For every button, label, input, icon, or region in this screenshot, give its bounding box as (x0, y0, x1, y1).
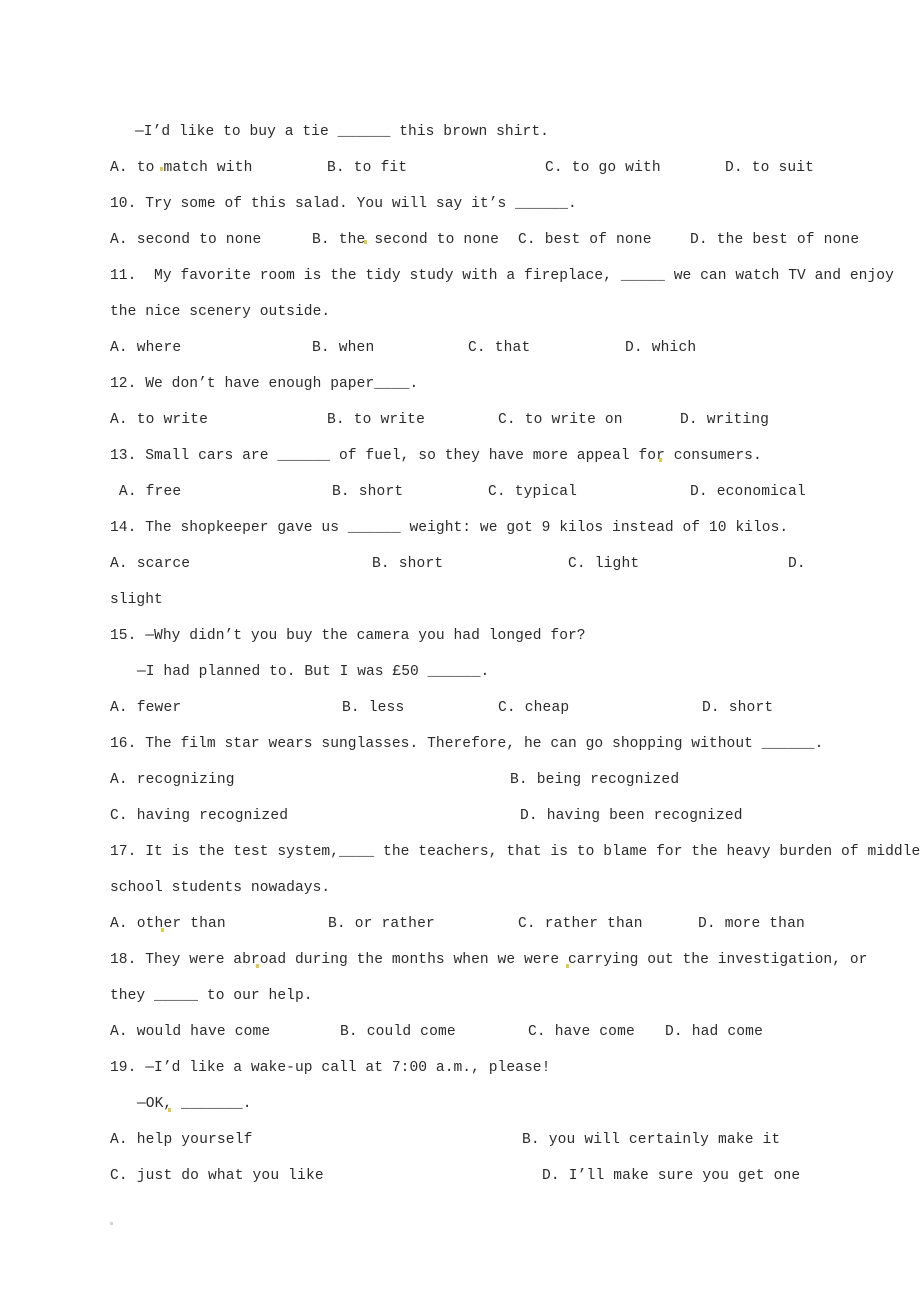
answer-option-d[interactable]: D. more than (698, 906, 805, 942)
question-stem-line: 17. It is the test system,____ the teach… (110, 844, 920, 860)
scan-artifact-speck (110, 1222, 113, 1225)
option-row: A. free B. short C. typical D. economical (110, 474, 815, 510)
answer-option-b[interactable]: B. short (372, 546, 443, 582)
answer-option-d[interactable]: D. economical (690, 474, 806, 510)
option-row: A. would have come B. could come C. have c… (110, 1014, 815, 1050)
answer-option-b[interactable]: B. when (312, 330, 374, 366)
option-row: A. recognizing B. being recognized (110, 762, 815, 798)
answer-option-a[interactable]: A. second to none (110, 222, 261, 258)
answer-option-c[interactable]: C. to go with (545, 150, 661, 186)
answer-option-d[interactable]: D. to suit (725, 150, 814, 186)
question-stem-line: 12. We don’t have enough paper____. (110, 376, 419, 392)
answer-option-a[interactable]: A. would have come (110, 1014, 270, 1050)
option-row: A. scarce B. short C. light D. (110, 546, 815, 582)
option-row: A. second to none B. the second to none C.… (110, 222, 859, 258)
question-stem-line: 15. —Why didn’t you buy the camera you h… (110, 628, 586, 644)
answer-option-c[interactable]: C. typical (488, 474, 577, 510)
question-stem-line: they _____ to our help. (110, 988, 313, 1004)
answer-option-b[interactable]: B. to write (327, 402, 425, 438)
option-row: A. where B. when C. that D. which (110, 330, 815, 366)
answer-option-c[interactable]: C. cheap (498, 690, 569, 726)
question-stem-line: 19. —I’d like a wake-up call at 7:00 a.m… (110, 1060, 551, 1076)
answer-option-b[interactable]: B. could come (340, 1014, 456, 1050)
option-row: C. having recognized D. having been recog… (110, 798, 815, 834)
question-stem-line: 11. My favorite room is the tidy study w… (110, 268, 894, 284)
option-row: A. help yourself B. you will certainly ma… (110, 1122, 815, 1158)
question-stem-line: 10. Try some of this salad. You will say… (110, 196, 577, 212)
answer-option-a[interactable]: A. fewer (110, 690, 181, 726)
question-stem-line: 16. The film star wears sunglasses. Ther… (110, 736, 824, 752)
question-stem-line: 14. The shopkeeper gave us ______ weight… (110, 520, 789, 536)
question-stem-line: 13. Small cars are ______ of fuel, so th… (110, 448, 762, 464)
answer-option-a[interactable]: A. scarce (110, 546, 190, 582)
option-row: A. other than B. or rather C. rather than D… (110, 906, 815, 942)
option-row: A. to write B. to write C. to write on D. w… (110, 402, 815, 438)
question-stem-line: slight (110, 592, 163, 608)
option-row: A. to match with B. to fit C. to go with D.… (110, 150, 815, 186)
answer-option-a[interactable]: A. free (110, 474, 181, 510)
answer-option-c[interactable]: C. just do what you like (110, 1158, 324, 1194)
answer-option-d[interactable]: D. writing (680, 402, 769, 438)
answer-option-d[interactable]: D. short (702, 690, 773, 726)
answer-option-d[interactable]: D. which (625, 330, 696, 366)
answer-option-b[interactable]: B. being recognized (510, 762, 679, 798)
answer-option-c[interactable]: C. having recognized (110, 798, 288, 834)
answer-option-d[interactable]: D. had come (665, 1014, 763, 1050)
answer-option-a[interactable]: A. to match with (110, 150, 253, 186)
answer-option-c[interactable]: C. best of none (518, 222, 652, 258)
answer-option-a[interactable]: A. other than (110, 906, 226, 942)
answer-option-c[interactable]: C. have come (528, 1014, 635, 1050)
answer-option-d[interactable]: D. having been recognized (520, 798, 743, 834)
answer-option-a[interactable]: A. help yourself (110, 1122, 253, 1158)
document-page: —I’d like to buy a tie ______ this brown… (0, 0, 920, 1302)
answer-option-c[interactable]: C. that (468, 330, 530, 366)
answer-option-c[interactable]: C. rather than (518, 906, 643, 942)
question-stem-line: school students nowadays. (110, 880, 331, 896)
answer-option-a[interactable]: A. where (110, 330, 181, 366)
question-stem-line: —I had planned to. But I was £50 ______. (137, 664, 490, 680)
answer-option-c[interactable]: C. to write on (498, 402, 623, 438)
answer-option-b[interactable]: B. short (332, 474, 403, 510)
answer-option-c[interactable]: C. light (568, 546, 639, 582)
option-row: A. fewer B. less C. cheap D. short (110, 690, 815, 726)
answer-option-b[interactable]: B. or rather (328, 906, 435, 942)
answer-option-b[interactable]: B. less (342, 690, 404, 726)
answer-option-a[interactable]: A. to write (110, 402, 208, 438)
answer-option-b[interactable]: B. the second to none (312, 222, 499, 258)
question-stem-line: 18. They were abroad during the months w… (110, 952, 868, 968)
answer-option-d[interactable]: D. I’ll make sure you get one (542, 1158, 800, 1194)
answer-option-a[interactable]: A. recognizing (110, 762, 235, 798)
question-stem-line: the nice scenery outside. (110, 304, 331, 320)
answer-option-b[interactable]: B. to fit (327, 150, 407, 186)
answer-option-b[interactable]: B. you will certainly make it (522, 1122, 780, 1158)
option-row: C. just do what you like D. I’ll make sur… (110, 1158, 815, 1194)
question-stem-line: —OK, _______. (137, 1096, 252, 1112)
exam-question-list: —I’d like to buy a tie ______ this brown… (110, 114, 920, 1194)
question-stem-line: —I’d like to buy a tie ______ this brown… (135, 124, 549, 140)
answer-option-d[interactable]: D. the best of none (690, 222, 859, 258)
answer-option-d[interactable]: D. (788, 546, 806, 582)
